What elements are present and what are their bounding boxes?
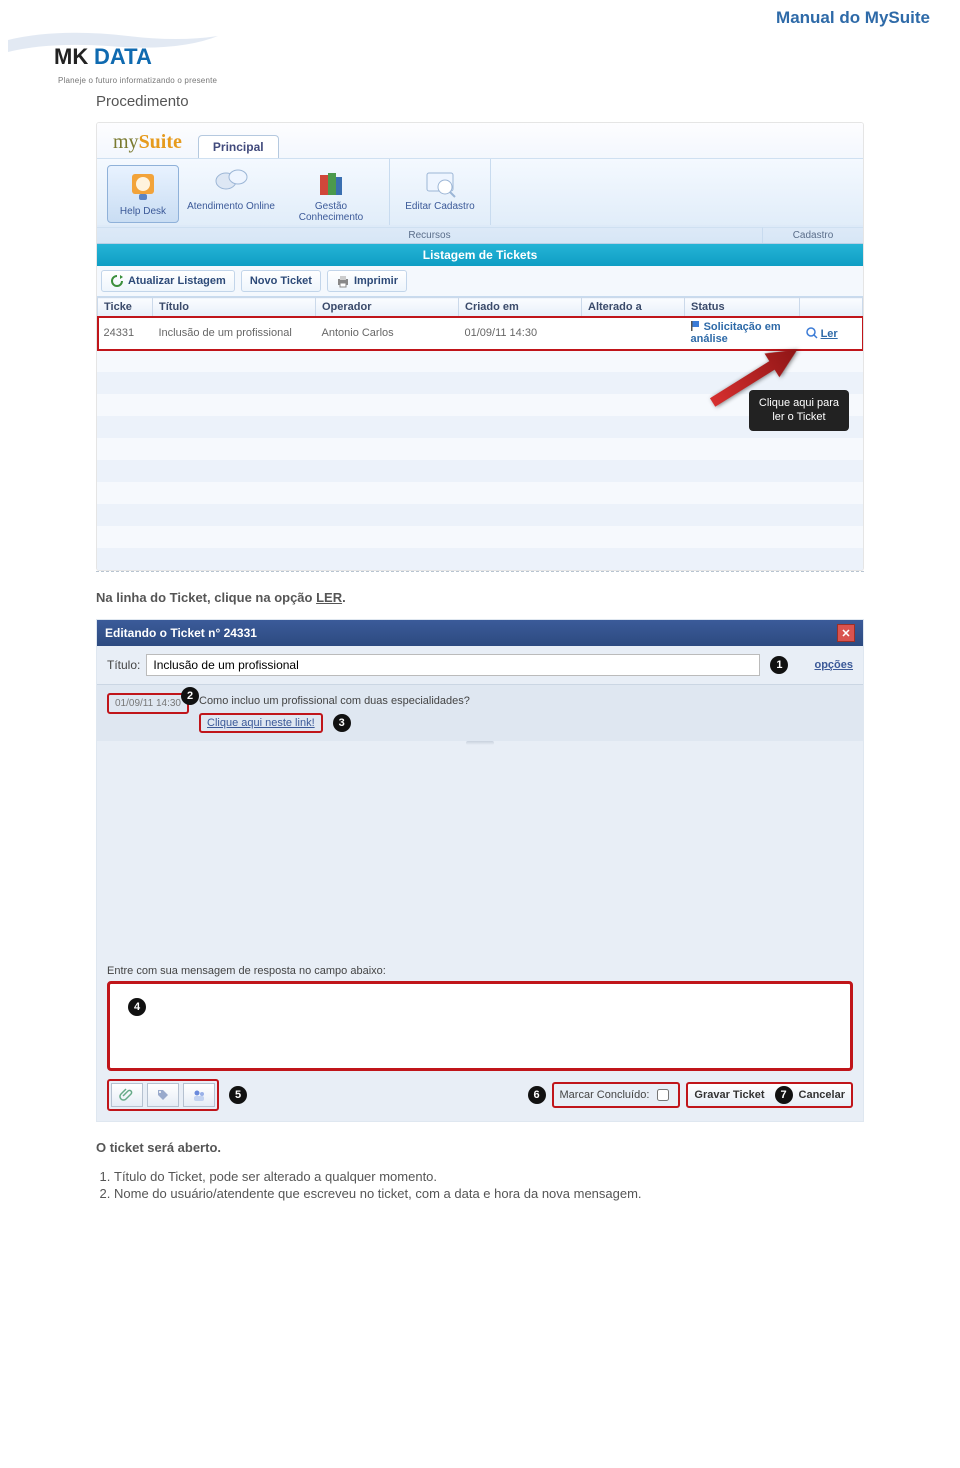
svg-text:DATA: DATA (94, 44, 152, 69)
marker-7: 7 (775, 1086, 793, 1104)
col-ticket[interactable]: Ticke (98, 298, 153, 317)
brand-mk: MK (54, 44, 88, 69)
print-label: Imprimir (354, 275, 398, 287)
marker-1: 1 (770, 656, 788, 674)
atendimento-button[interactable]: Atendimento Online (185, 165, 277, 223)
ticket-table: Ticke Título Operador Criado em Alterado… (97, 297, 863, 350)
col-titulo[interactable]: Título (153, 298, 316, 317)
gestao-button[interactable]: Gestão Conhecimento (283, 165, 379, 223)
magnifier-icon (806, 327, 818, 339)
cell-alterado (582, 317, 685, 350)
message-timestamp: 01/09/11 14:30 (107, 693, 189, 714)
users-button[interactable] (183, 1083, 215, 1107)
new-ticket-button[interactable]: Novo Ticket (241, 270, 321, 292)
titulo-field[interactable] (146, 654, 760, 676)
paperclip-icon (120, 1088, 134, 1102)
reply-field[interactable]: 4 (107, 981, 853, 1071)
marcar-concluido[interactable]: Marcar Concluído: (552, 1082, 681, 1108)
brand-data: DATA (94, 44, 152, 69)
col-operador[interactable]: Operador (316, 298, 459, 317)
table-row[interactable]: 24331 Inclusão de um profissional Antoni… (98, 317, 863, 350)
brand-logo: MK DATA Planeje o futuro informatizando … (8, 32, 960, 85)
marcar-label: Marcar Concluído: (560, 1089, 650, 1101)
printer-icon (336, 274, 350, 288)
cell-titulo: Inclusão de um profissional (153, 317, 316, 350)
section-heading: Procedimento (96, 93, 864, 110)
list-item: Título do Ticket, pode ser alterado a qu… (114, 1169, 864, 1184)
help-desk-button[interactable]: Help Desk (107, 165, 179, 223)
close-icon[interactable]: ✕ (837, 624, 855, 642)
refresh-icon (110, 274, 124, 288)
brand-tagline: Planeje o futuro informatizando o presen… (58, 76, 960, 85)
marker-4: 4 (128, 998, 146, 1016)
screenshot-ticket-editor: Editando o Ticket n° 24331 ✕ Título: 1 o… (96, 619, 864, 1122)
tag-button[interactable] (147, 1083, 179, 1107)
titulo-label: Título: (107, 658, 140, 672)
cell-operador: Antonio Carlos (316, 317, 459, 350)
editor-title: Editando o Ticket n° 24331 (105, 626, 257, 640)
list-item: Nome do usuário/atendente que escreveu n… (114, 1186, 864, 1201)
caption-1: Na linha do Ticket, clique na opção LER. (96, 590, 864, 605)
marker-2: 2 (181, 687, 199, 705)
marker-5: 5 (229, 1086, 247, 1104)
print-button[interactable]: Imprimir (327, 270, 407, 292)
reply-label: Entre com sua mensagem de resposta no ca… (107, 965, 863, 977)
message-text: Como incluo um profissional com duas esp… (199, 695, 853, 707)
page-title: Manual do MySuite (0, 8, 930, 28)
screenshot-ticket-listing: mySuite Principal Help Desk Atendimento … (96, 122, 864, 571)
tag-icon (156, 1088, 170, 1102)
explanation-list: Título do Ticket, pode ser alterado a qu… (96, 1169, 864, 1201)
listing-title: Listagem de Tickets (97, 244, 863, 266)
resize-handle-icon[interactable] (466, 741, 494, 745)
flag-icon (691, 321, 701, 331)
col-status[interactable]: Status (685, 298, 800, 317)
editar-label: Editar Cadastro (405, 201, 474, 212)
marker-3: 3 (333, 714, 351, 732)
cell-id: 24331 (98, 317, 153, 350)
ler-link[interactable]: Ler (821, 328, 838, 340)
col-criado[interactable]: Criado em (459, 298, 582, 317)
gestao-label: Gestão Conhecimento (299, 201, 363, 223)
message-link[interactable]: Clique aqui neste link! (199, 713, 323, 733)
tooltip: Clique aqui para ler o Ticket (749, 390, 849, 431)
tab-principal[interactable]: Principal (198, 135, 279, 158)
svg-text:MK: MK (54, 44, 88, 69)
cancelar-button[interactable]: Cancelar (799, 1089, 845, 1101)
cell-criado: 01/09/11 14:30 (459, 317, 582, 350)
group-recursos: Recursos (97, 227, 763, 243)
gravar-button[interactable]: Gravar Ticket (694, 1089, 764, 1101)
col-alterado[interactable]: Alterado a (582, 298, 685, 317)
attach-button[interactable] (111, 1083, 143, 1107)
caption-2: O ticket será aberto. (96, 1140, 864, 1155)
mysuite-logo: mySuite (103, 127, 192, 158)
cell-status: Solicitação em análise (691, 321, 781, 345)
refresh-button[interactable]: Atualizar Listagem (101, 270, 235, 292)
refresh-label: Atualizar Listagem (128, 275, 226, 287)
group-cadastro: Cadastro (763, 227, 863, 243)
opcoes-link[interactable]: opções (814, 659, 853, 671)
atendimento-label: Atendimento Online (187, 201, 275, 212)
editar-cadastro-button[interactable]: Editar Cadastro (400, 165, 480, 212)
users-icon (192, 1088, 206, 1102)
help-desk-label: Help Desk (120, 206, 166, 217)
concluido-checkbox[interactable] (657, 1089, 669, 1101)
marker-6: 6 (528, 1086, 546, 1104)
